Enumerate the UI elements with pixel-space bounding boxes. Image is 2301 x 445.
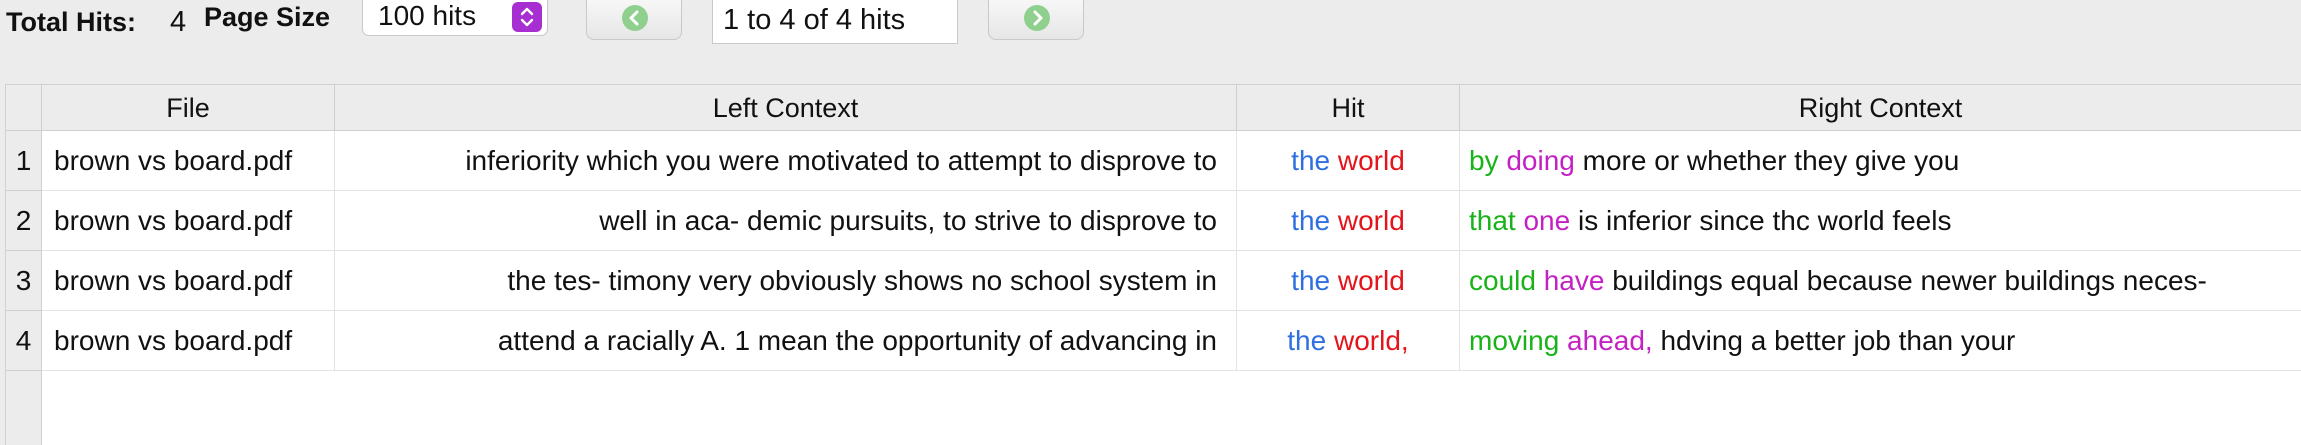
cell-right-context[interactable]: that one is inferior since thc world fee… [1460,191,2301,251]
cell-file[interactable]: brown vs board.pdf [42,191,335,251]
cell-right-context[interactable]: by doing more or whether they give you [1460,131,2301,191]
arrow-right-circle-icon [1024,5,1050,31]
next-page-button[interactable] [988,0,1084,40]
hit-word-2: world, [1334,325,1409,356]
column-header-left-context[interactable]: Left Context [335,85,1237,131]
hit-word-1: the [1291,145,1331,176]
row-number: 2 [6,191,42,251]
right-word-1: by [1469,145,1499,176]
previous-page-button[interactable] [586,0,682,40]
cell-hit[interactable]: the world [1237,191,1460,251]
hit-word-2: world [1337,145,1405,176]
cell-right-context[interactable]: could have buildings equal because newer… [1460,251,2301,311]
hit-word-1: the [1291,265,1331,296]
right-rest: buildings equal because newer buildings … [1612,265,2207,296]
page-size-label: Page Size [204,2,331,32]
cell-file[interactable]: brown vs board.pdf [42,311,335,371]
right-word-1: that [1469,205,1516,236]
right-rest: more or whether they give you [1582,145,1960,176]
row-number-header [6,85,42,131]
cell-hit[interactable]: the world, [1237,311,1460,371]
hit-word-2: world [1337,265,1405,296]
right-word-2: have [1543,265,1605,296]
hit-word-1: the [1291,205,1331,236]
total-hits-value: 4 [170,6,187,38]
cell-left-context[interactable]: inferiority which you were motivated to … [335,131,1237,191]
hit-word-1: the [1287,325,1327,356]
right-word-2: ahead, [1567,325,1653,356]
column-header-hit[interactable]: Hit [1237,85,1460,131]
right-word-2: doing [1506,145,1575,176]
right-word-1: could [1469,265,1536,296]
right-word-1: moving [1469,325,1560,356]
page-range-text: 1 to 4 of 4 hits [723,4,906,36]
right-rest: hdving a better job than your [1660,325,2016,356]
right-word-2: one [1523,205,1571,236]
toolbar: Total Hits: 4 Page Size 100 hits 1 to 4 … [0,0,2301,78]
column-header-right-context[interactable]: Right Context [1460,85,2301,131]
cell-file[interactable]: brown vs board.pdf [42,251,335,311]
page-size-select[interactable]: 100 hits [362,0,548,36]
cell-file[interactable]: brown vs board.pdf [42,131,335,191]
cell-left-context[interactable]: the tes- timony very obviously shows no … [335,251,1237,311]
select-arrows-icon [512,2,542,32]
total-hits-label: Total Hits: [6,7,136,37]
arrow-left-circle-icon [622,5,648,31]
column-header-file[interactable]: File [42,85,335,131]
row-number: 4 [6,311,42,371]
cell-right-context[interactable]: moving ahead, hdving a better job than y… [1460,311,2301,371]
hit-word-2: world [1337,205,1405,236]
cell-left-context[interactable]: well in aca- demic pursuits, to strive t… [335,191,1237,251]
cell-left-context[interactable]: attend a racially A. 1 mean the opportun… [335,311,1237,371]
right-rest: is inferior since thc world feels [1577,205,1952,236]
row-number: 3 [6,251,42,311]
results-table: File Left Context Hit Right Context 1 br… [5,84,2301,445]
row-number-gutter [6,371,42,445]
cell-hit[interactable]: the world [1237,251,1460,311]
cell-hit[interactable]: the world [1237,131,1460,191]
page-size-value: 100 hits [378,0,477,31]
row-number: 1 [6,131,42,191]
page-range-field[interactable]: 1 to 4 of 4 hits [712,0,958,44]
